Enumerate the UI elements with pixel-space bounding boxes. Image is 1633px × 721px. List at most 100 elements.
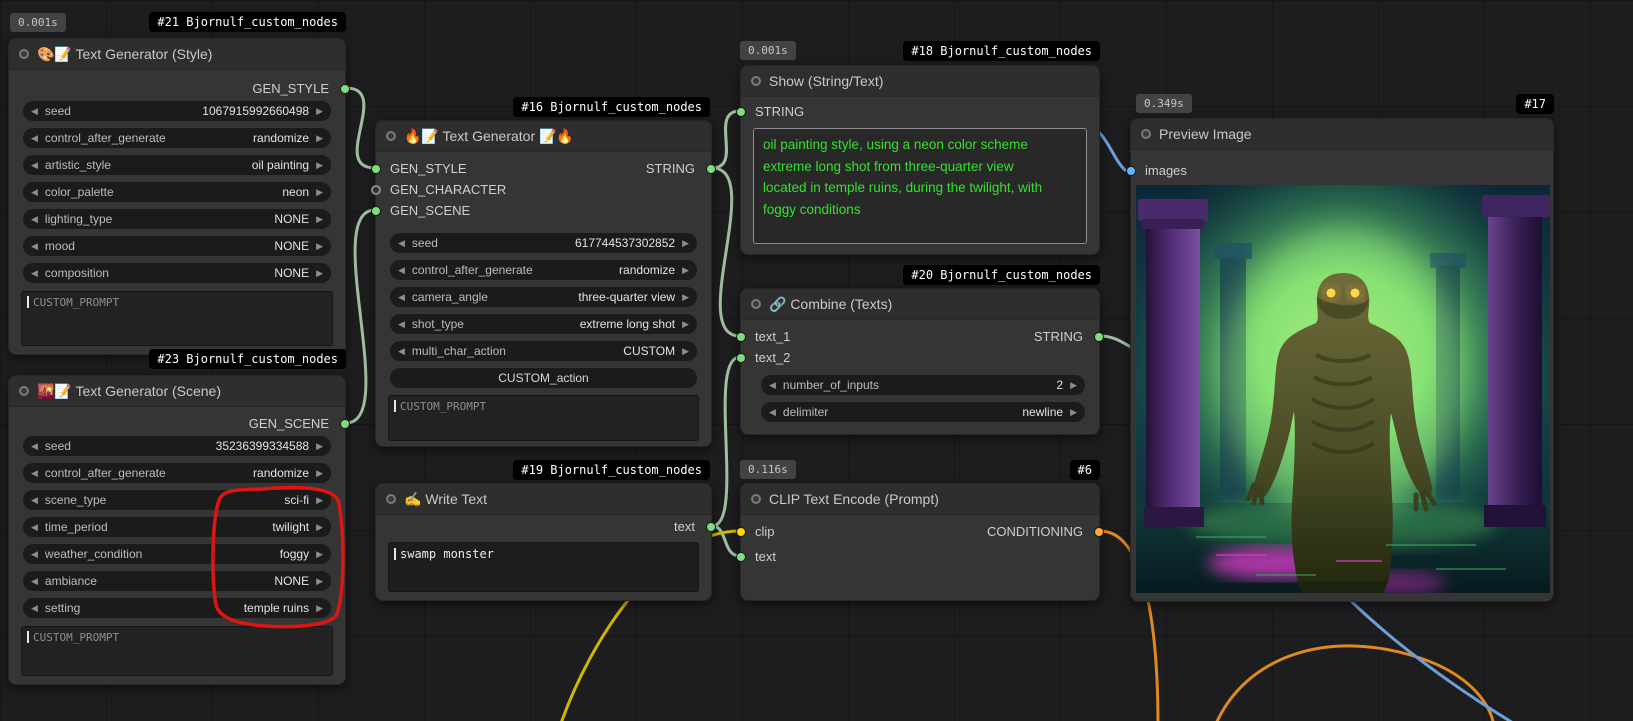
widget-multi-char-action[interactable]: ◀multi_char_actionCUSTOM▶	[390, 341, 697, 361]
input-slot-text[interactable]	[736, 552, 746, 562]
decrement-arrow-icon[interactable]: ◀	[31, 188, 38, 197]
decrement-arrow-icon[interactable]: ◀	[31, 469, 38, 478]
custom-prompt-textarea[interactable]: CUSTOM_PROMPT	[21, 291, 333, 346]
decrement-arrow-icon[interactable]: ◀	[31, 269, 38, 278]
node-header[interactable]: Preview Image	[1131, 119, 1553, 150]
widget-custom-action[interactable]: CUSTOM_action	[390, 368, 697, 388]
widget-composition[interactable]: ◀compositionNONE▶	[23, 263, 331, 283]
node-header[interactable]: 🔗 Combine (Texts)	[741, 289, 1099, 320]
show-text-output[interactable]: oil painting style, using a neon color s…	[753, 128, 1087, 244]
decrement-arrow-icon[interactable]: ◀	[31, 442, 38, 451]
increment-arrow-icon[interactable]: ▶	[682, 320, 689, 329]
output-slot-string[interactable]	[1094, 332, 1104, 342]
increment-arrow-icon[interactable]: ▶	[682, 266, 689, 275]
widget-seed[interactable]: ◀seed1067915992660498▶	[23, 101, 331, 121]
input-slot-gen-scene[interactable]	[371, 206, 381, 216]
widget-number-of-inputs[interactable]: ◀number_of_inputs2▶	[761, 375, 1085, 395]
increment-arrow-icon[interactable]: ▶	[316, 442, 323, 451]
widget-seed[interactable]: ◀seed617744537302852▶	[390, 233, 697, 253]
increment-arrow-icon[interactable]: ▶	[316, 161, 323, 170]
decrement-arrow-icon[interactable]: ◀	[398, 320, 405, 329]
decrement-arrow-icon[interactable]: ◀	[31, 550, 38, 559]
node-header[interactable]: 🌇📝 Text Generator (Scene)	[9, 376, 345, 407]
decrement-arrow-icon[interactable]: ◀	[398, 266, 405, 275]
custom-prompt-textarea[interactable]: CUSTOM_PROMPT	[21, 626, 333, 676]
collapse-dot-icon[interactable]	[386, 131, 396, 141]
input-slot-clip[interactable]	[736, 527, 746, 537]
node-text-generator-style[interactable]: 🎨📝 Text Generator (Style) GEN_STYLE ◀see…	[8, 38, 346, 355]
increment-arrow-icon[interactable]: ▶	[316, 242, 323, 251]
widget-shot-type[interactable]: ◀shot_typeextreme long shot▶	[390, 314, 697, 334]
widget-control-after-generate[interactable]: ◀control_after_generaterandomize▶	[23, 128, 331, 148]
widget-mood[interactable]: ◀moodNONE▶	[23, 236, 331, 256]
preview-image[interactable]	[1136, 185, 1550, 593]
node-preview-image[interactable]: Preview Image images	[1130, 118, 1554, 602]
node-header[interactable]: 🎨📝 Text Generator (Style)	[9, 39, 345, 70]
node-clip-text-encode[interactable]: CLIP Text Encode (Prompt) clip text COND…	[740, 483, 1100, 601]
collapse-dot-icon[interactable]	[386, 494, 396, 504]
decrement-arrow-icon[interactable]: ◀	[769, 408, 776, 417]
collapse-dot-icon[interactable]	[1141, 129, 1151, 139]
widget-control-after-generate[interactable]: ◀control_after_generaterandomize▶	[390, 260, 697, 280]
node-header[interactable]: Show (String/Text)	[741, 66, 1099, 97]
increment-arrow-icon[interactable]: ▶	[316, 188, 323, 197]
node-write-text[interactable]: ✍️ Write Text text swamp monster	[375, 483, 712, 601]
input-slot-gen-character[interactable]	[371, 185, 381, 195]
increment-arrow-icon[interactable]: ▶	[316, 215, 323, 224]
widget-weather-condition[interactable]: ◀weather_conditionfoggy▶	[23, 544, 331, 564]
input-slot-text-2[interactable]	[736, 353, 746, 363]
increment-arrow-icon[interactable]: ▶	[316, 107, 323, 116]
decrement-arrow-icon[interactable]: ◀	[31, 107, 38, 116]
widget-camera-angle[interactable]: ◀camera_anglethree-quarter view▶	[390, 287, 697, 307]
collapse-dot-icon[interactable]	[751, 76, 761, 86]
increment-arrow-icon[interactable]: ▶	[682, 239, 689, 248]
input-slot-text-1[interactable]	[736, 332, 746, 342]
node-show-string-text[interactable]: Show (String/Text) STRING oil painting s…	[740, 65, 1100, 255]
node-text-generator-scene[interactable]: 🌇📝 Text Generator (Scene) GEN_SCENE ◀see…	[8, 375, 346, 685]
output-slot-gen-style[interactable]	[340, 84, 350, 94]
widget-delimiter[interactable]: ◀delimiternewline▶	[761, 402, 1085, 422]
node-header[interactable]: CLIP Text Encode (Prompt)	[741, 484, 1099, 515]
increment-arrow-icon[interactable]: ▶	[316, 604, 323, 613]
node-text-generator-main[interactable]: 🔥📝 Text Generator 📝🔥 GEN_STYLE GEN_CHARA…	[375, 120, 712, 447]
decrement-arrow-icon[interactable]: ◀	[31, 523, 38, 532]
increment-arrow-icon[interactable]: ▶	[1070, 408, 1077, 417]
input-slot-gen-style[interactable]	[371, 164, 381, 174]
widget-artistic-style[interactable]: ◀artistic_styleoil painting▶	[23, 155, 331, 175]
decrement-arrow-icon[interactable]: ◀	[398, 293, 405, 302]
node-combine-texts[interactable]: 🔗 Combine (Texts) text_1 text_2 STRING ◀…	[740, 288, 1100, 435]
widget-control-after-generate[interactable]: ◀control_after_generaterandomize▶	[23, 463, 331, 483]
widget-time-period[interactable]: ◀time_periodtwilight▶	[23, 517, 331, 537]
increment-arrow-icon[interactable]: ▶	[316, 134, 323, 143]
increment-arrow-icon[interactable]: ▶	[316, 469, 323, 478]
decrement-arrow-icon[interactable]: ◀	[31, 161, 38, 170]
decrement-arrow-icon[interactable]: ◀	[31, 604, 38, 613]
widget-lighting-type[interactable]: ◀lighting_typeNONE▶	[23, 209, 331, 229]
decrement-arrow-icon[interactable]: ◀	[31, 215, 38, 224]
widget-ambiance[interactable]: ◀ambianceNONE▶	[23, 571, 331, 591]
increment-arrow-icon[interactable]: ▶	[316, 523, 323, 532]
node-header[interactable]: ✍️ Write Text	[376, 484, 711, 515]
increment-arrow-icon[interactable]: ▶	[682, 293, 689, 302]
increment-arrow-icon[interactable]: ▶	[316, 496, 323, 505]
collapse-dot-icon[interactable]	[751, 494, 761, 504]
custom-prompt-textarea[interactable]: CUSTOM_PROMPT	[388, 395, 699, 441]
collapse-dot-icon[interactable]	[751, 299, 761, 309]
decrement-arrow-icon[interactable]: ◀	[31, 496, 38, 505]
increment-arrow-icon[interactable]: ▶	[1070, 381, 1077, 390]
collapse-dot-icon[interactable]	[19, 386, 29, 396]
decrement-arrow-icon[interactable]: ◀	[398, 239, 405, 248]
output-slot-string[interactable]	[706, 164, 716, 174]
decrement-arrow-icon[interactable]: ◀	[31, 134, 38, 143]
widget-color-palette[interactable]: ◀color_paletteneon▶	[23, 182, 331, 202]
output-slot-conditioning[interactable]	[1094, 527, 1104, 537]
write-text-textarea[interactable]: swamp monster	[388, 542, 699, 592]
decrement-arrow-icon[interactable]: ◀	[31, 242, 38, 251]
increment-arrow-icon[interactable]: ▶	[316, 550, 323, 559]
decrement-arrow-icon[interactable]: ◀	[31, 577, 38, 586]
increment-arrow-icon[interactable]: ▶	[316, 269, 323, 278]
widget-setting[interactable]: ◀settingtemple ruins▶	[23, 598, 331, 618]
output-slot-text[interactable]	[706, 522, 716, 532]
widget-seed[interactable]: ◀seed35236399334588▶	[23, 436, 331, 456]
input-slot-string[interactable]	[736, 107, 746, 117]
